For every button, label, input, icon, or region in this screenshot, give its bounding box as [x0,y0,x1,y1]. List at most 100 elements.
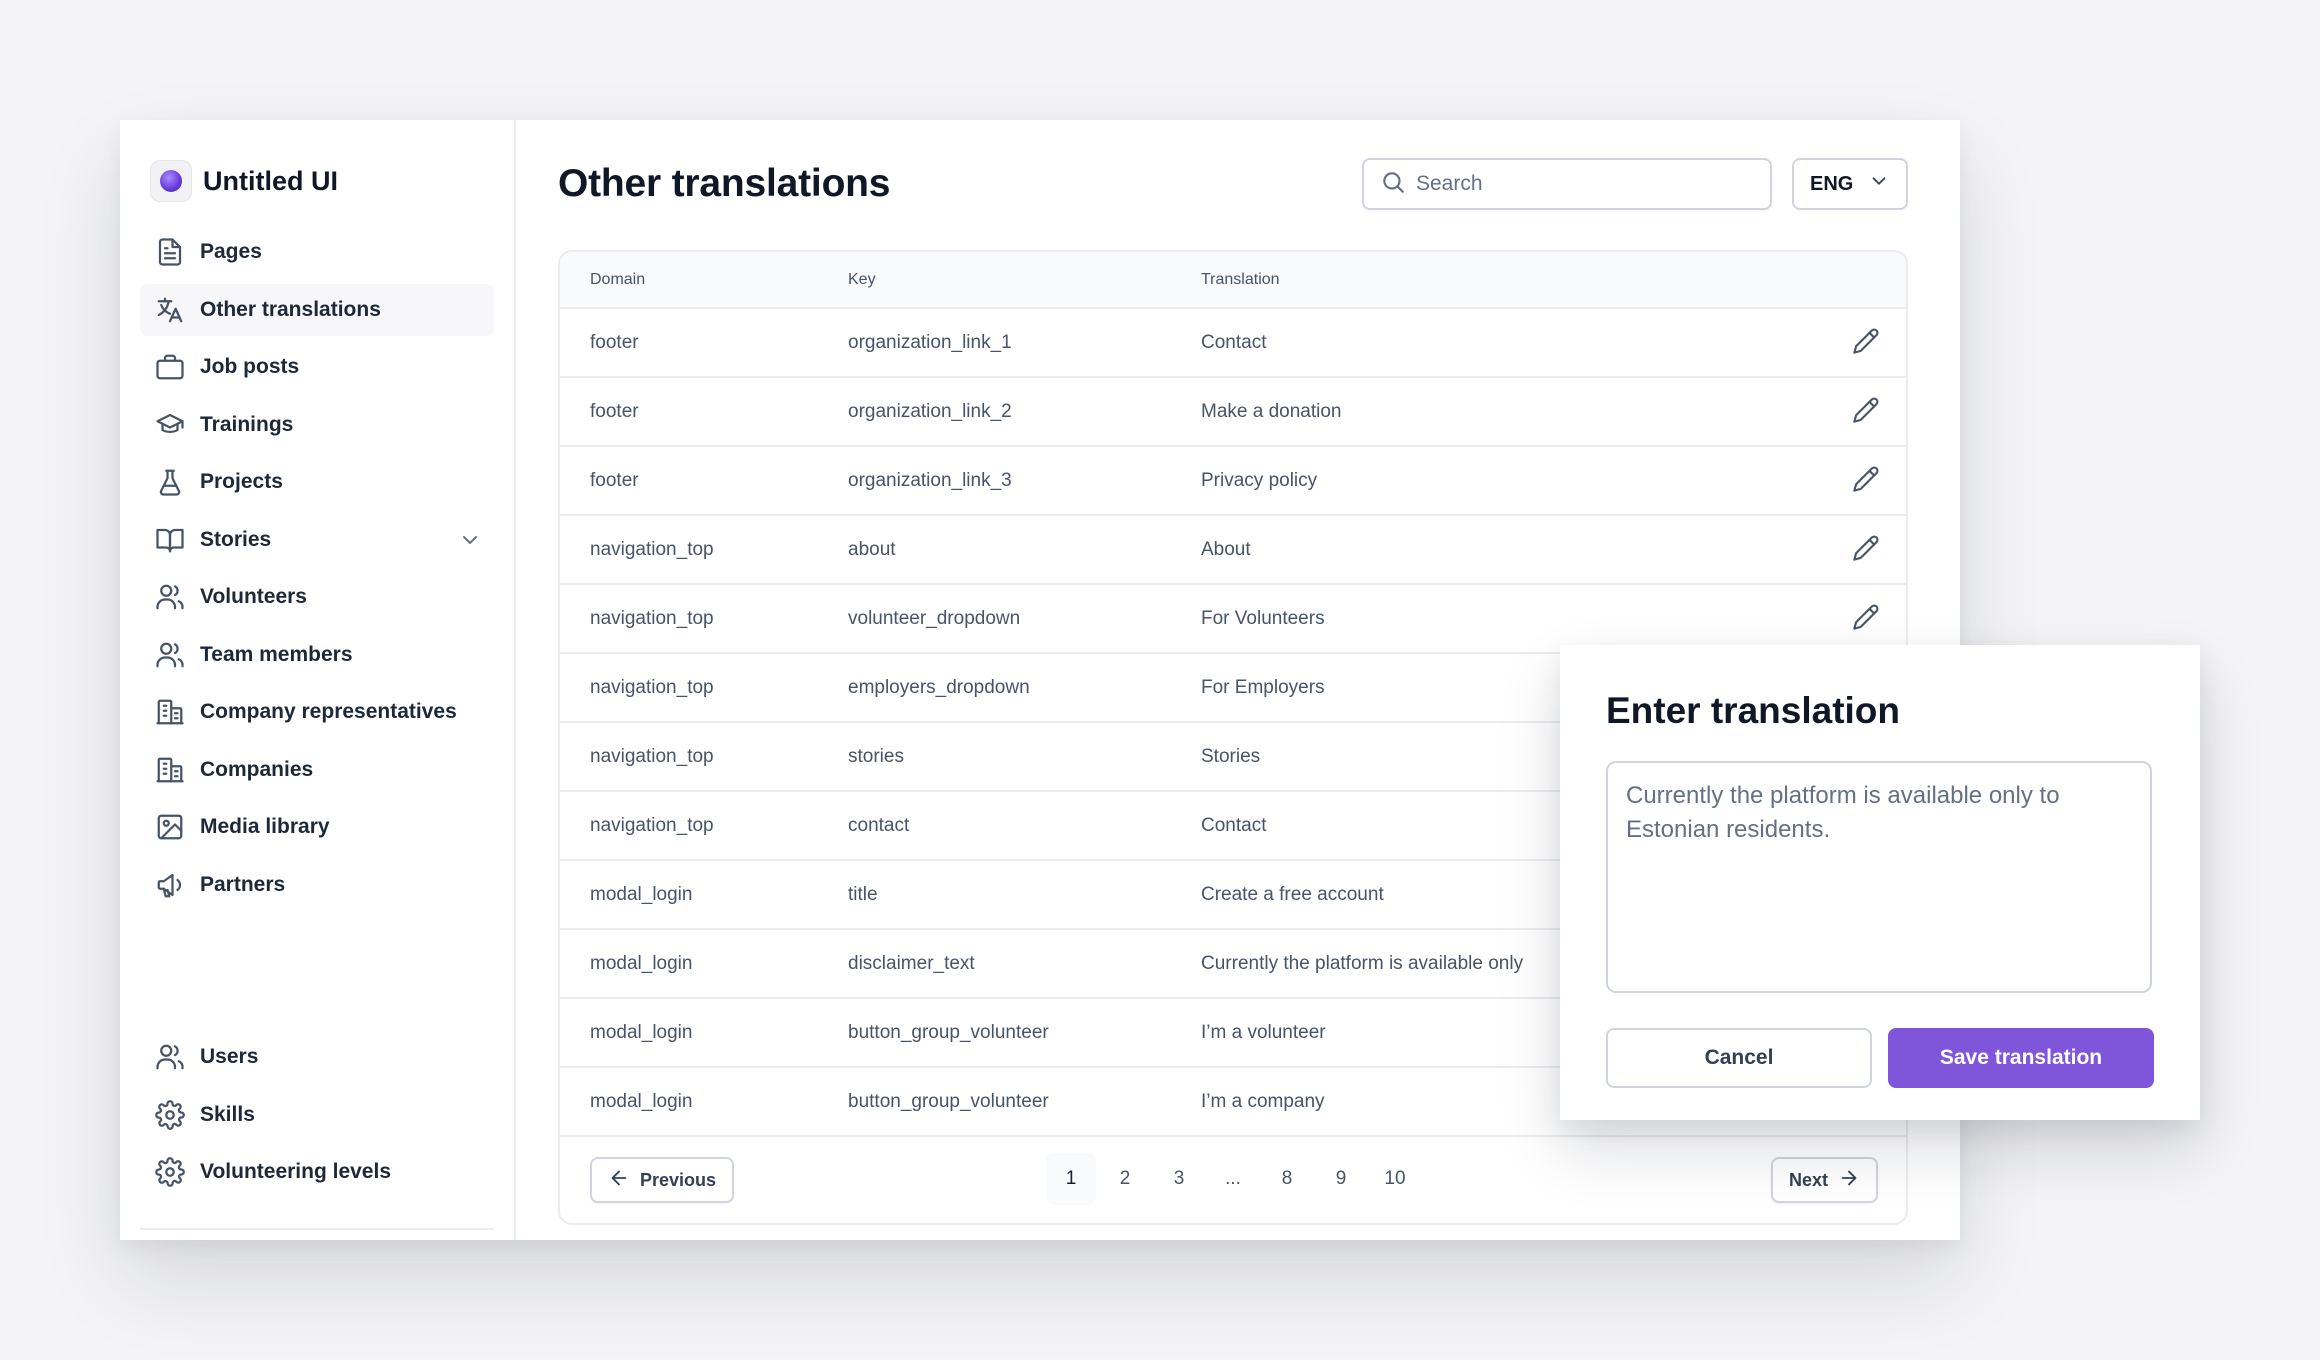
sidebar: Untitled UI Pages Other translations Job p… [120,120,516,1240]
cell-domain: footer [560,446,848,516]
cell-key: button_group_volunteer [848,998,1201,1068]
cell-actions [1826,515,1906,585]
page-ellipsis: ... [1225,1168,1241,1189]
sidebar-item-company-representatives[interactable]: Company representatives [140,686,494,738]
cell-key: organization_link_2 [848,377,1201,447]
sidebar-item-label: Company representatives [200,700,457,723]
page-number-button[interactable]: 9 [1316,1153,1366,1205]
page-number-button[interactable]: 3 [1154,1153,1204,1205]
sidebar-item-label: Job posts [200,355,300,378]
sidebar-item-skills[interactable]: Skills [140,1089,494,1141]
briefcase-icon [154,351,186,383]
cell-key: about [848,515,1201,585]
cell-domain: modal_login [560,1067,848,1137]
cancel-button[interactable]: Cancel [1606,1028,1872,1088]
sidebar-item-label: Partners [200,872,286,896]
gear-icon [154,1099,186,1131]
sidebar-item-label: Skills [200,1102,255,1126]
search-box[interactable] [1362,158,1772,210]
sidebar-item-label: Stories [200,527,272,551]
sidebar-item-pages[interactable]: Pages [140,226,494,278]
cell-domain: footer [560,308,848,378]
edit-pencil-icon[interactable] [1849,600,1883,634]
cell-key: title [848,860,1201,930]
sidebar-item-label: Media library [200,815,330,838]
search-icon [1380,169,1406,200]
cell-key: volunteer_dropdown [848,584,1201,654]
cell-key: button_group_volunteer [848,1067,1201,1137]
sidebar-item-job-posts[interactable]: Job posts [140,341,494,393]
edit-pencil-icon[interactable] [1849,393,1883,427]
image-icon [154,811,186,843]
language-value: ENG [1810,172,1854,195]
users-icon [154,639,186,671]
page-header: Other translations ENG [558,158,1908,210]
sidebar-item-label: Trainings [200,412,294,436]
next-label: Next [1788,1169,1828,1190]
cell-actions [1826,308,1906,378]
book-open-icon [154,524,186,556]
sidebar-item-trainings[interactable]: Trainings [140,399,494,451]
edit-pencil-icon[interactable] [1849,324,1883,358]
page-title: Other translations [558,162,891,205]
cell-domain: footer [560,377,848,447]
cell-key: employers_dropdown [848,653,1201,723]
arrow-right-icon [1828,1167,1860,1194]
edit-pencil-icon[interactable] [1849,462,1883,496]
sidebar-item-media-library[interactable]: Media library [140,801,494,853]
chevron-down-icon[interactable] [458,528,482,552]
megaphone-icon [154,869,186,901]
save-translation-button[interactable]: Save translation [1888,1028,2154,1088]
cell-actions [1826,377,1906,447]
previous-button[interactable]: Previous [590,1157,735,1203]
next-button[interactable]: Next [1770,1157,1878,1203]
sidebar-item-stories[interactable]: Stories [140,514,494,566]
column-header-translation[interactable]: Translation [1201,252,1826,309]
cell-translation: About [1201,515,1826,585]
brand-name: Untitled UI [203,165,338,196]
cell-key: disclaimer_text [848,929,1201,999]
flask-icon [154,466,186,498]
cell-domain: navigation_top [560,791,848,861]
sidebar-item-label: Volunteers [200,585,307,608]
table-row: footer organization_link_3 Privacy policy [560,446,1906,516]
table-row: footer organization_link_1 Contact [560,308,1906,378]
users-icon [154,1041,186,1073]
pagination: Previous 1 2 3... 8 9 10 Next [560,1137,1906,1223]
enter-translation-modal: Enter translation Cancel Save translatio… [1560,645,2200,1120]
modal-title: Enter translation [1606,690,1900,731]
column-header-domain[interactable]: Domain [560,252,848,309]
page-number-button[interactable]: 2 [1100,1153,1150,1205]
graduation-cap-icon [154,409,186,441]
previous-label: Previous [640,1169,717,1190]
users-icon [154,581,186,613]
building-icon [154,696,186,728]
search-input[interactable] [1416,172,1736,196]
sidebar-item-volunteers[interactable]: Volunteers [140,571,494,623]
sidebar-item-users[interactable]: Users [140,1031,494,1083]
sidebar-item-partners[interactable]: Partners [140,859,494,911]
page-number-button[interactable]: 1 [1046,1153,1096,1205]
brand-logo [150,160,192,202]
cell-key: organization_link_3 [848,446,1201,516]
table-row: footer organization_link_2 Make a donation [560,377,1906,447]
arrow-left-icon [608,1167,640,1194]
column-header-key[interactable]: Key [848,252,1201,309]
edit-pencil-icon[interactable] [1849,531,1883,565]
page-number-button[interactable]: 8 [1262,1153,1312,1205]
sidebar-item-label: Companies [200,757,314,781]
sidebar-item-label: Other translations [200,297,381,321]
language-select[interactable]: ENG [1792,158,1908,210]
sidebar-item-projects[interactable]: Projects [140,456,494,508]
sidebar-item-other-translations[interactable]: Other translations [140,283,494,336]
sidebar-item-volunteering-levels[interactable]: Volunteering levels [140,1146,494,1198]
sidebar-bottom-nav: Users Skills Volunteering levels [140,1031,494,1204]
translation-textarea[interactable] [1606,761,2152,993]
logo-dot-icon [160,170,182,192]
page-number-button[interactable]: 10 [1370,1153,1420,1205]
page-numbers: 1 2 3... 8 9 10 [1046,1153,1424,1205]
sidebar-item-team-members[interactable]: Team members [140,629,494,681]
sidebar-item-companies[interactable]: Companies [140,744,494,796]
table-row: navigation_top about About [560,515,1906,585]
cell-domain: navigation_top [560,584,848,654]
